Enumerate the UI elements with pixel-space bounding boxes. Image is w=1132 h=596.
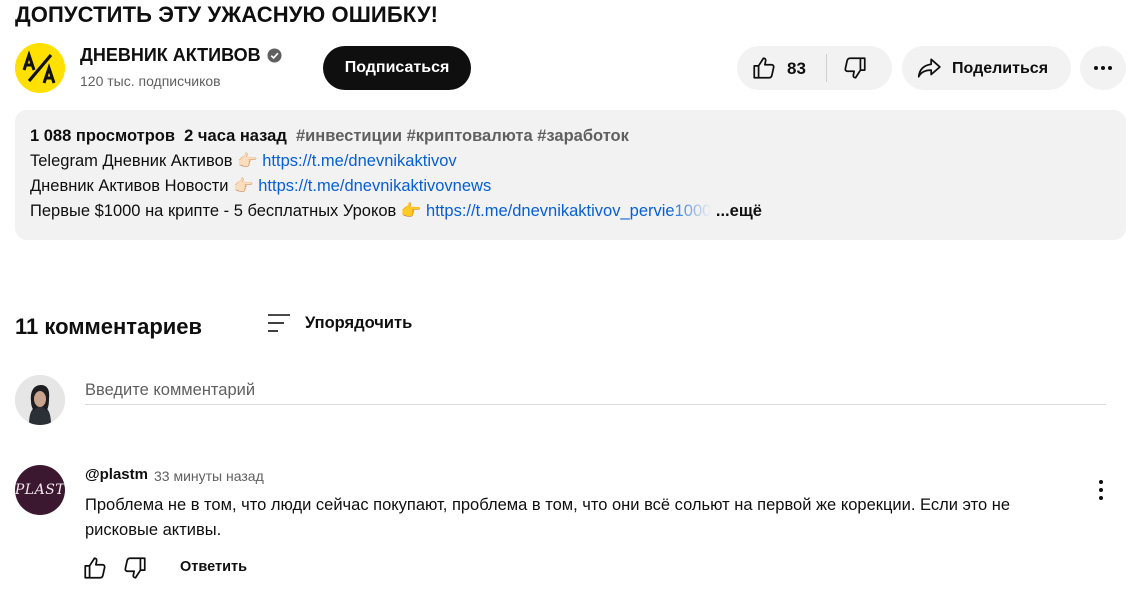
comment-menu-button[interactable] — [1090, 478, 1112, 502]
description-line: Первые $1000 на крипте - 5 бесплатных Ур… — [30, 202, 762, 221]
description-line: Telegram Дневник Активов 👉🏻 https://t.me… — [30, 152, 457, 171]
sort-button[interactable]: Упорядочить — [266, 311, 426, 337]
hashtags[interactable]: #инвестиции #криптовалюта #заработок — [296, 127, 629, 145]
description-text: Telegram Дневник Активов 👉🏻 — [30, 152, 263, 170]
more-vertical-icon — [1099, 480, 1103, 500]
comment-like-button[interactable] — [82, 555, 108, 581]
dislike-button[interactable] — [827, 46, 892, 90]
subscriber-count: 120 тыс. подписчиков — [80, 73, 221, 89]
description-line: Дневник Активов Новости 👉🏻 https://t.me/… — [30, 177, 491, 196]
user-avatar — [15, 375, 65, 425]
more-actions-button[interactable] — [1080, 46, 1126, 90]
show-more-link[interactable]: ...ещё — [716, 202, 762, 220]
comment-author-avatar[interactable]: PLAST — [15, 465, 65, 515]
subscribe-button[interactable]: Подписаться — [323, 46, 471, 90]
description-text: Дневник Активов Новости 👉🏻 — [30, 177, 259, 195]
verified-icon — [267, 48, 282, 63]
more-horizontal-icon — [1094, 66, 1112, 70]
channel-name[interactable]: ДНЕВНИК АКТИВОВ — [80, 45, 282, 66]
view-count: 1 088 просмотров — [30, 127, 175, 145]
upload-time: 2 часа назад — [184, 127, 287, 145]
thumbs-down-icon — [124, 557, 146, 579]
description-meta: 1 088 просмотров 2 часа назад #инвестици… — [30, 127, 629, 146]
thumbs-up-icon — [84, 557, 106, 579]
comment-author[interactable]: @plastm — [85, 466, 148, 483]
description-text: Первые $1000 на крипте - 5 бесплатных Ур… — [30, 202, 427, 220]
share-label: Поделиться — [952, 60, 1049, 77]
comment-time[interactable]: 33 минуты назад — [154, 468, 264, 484]
comment-input[interactable] — [85, 376, 1106, 405]
news-link[interactable]: https://t.me/dnevnikaktivovnews — [258, 177, 491, 195]
comment-dislike-button[interactable] — [122, 555, 148, 581]
user-photo-icon — [15, 375, 65, 425]
channel-avatar[interactable] — [15, 43, 65, 93]
sort-label: Упорядочить — [305, 314, 413, 332]
sort-icon — [268, 314, 290, 332]
like-count: 83 — [787, 59, 806, 78]
share-button[interactable]: Поделиться — [902, 46, 1071, 90]
comments-count: 11 комментариев — [15, 314, 203, 339]
thumbs-up-icon — [753, 57, 775, 79]
channel-name-label: ДНЕВНИК АКТИВОВ — [80, 45, 261, 65]
like-button[interactable]: 83 — [737, 46, 826, 90]
thumbs-down-icon — [844, 57, 866, 79]
lessons-link[interactable]: https://t.me/dnevnikaktivov_pervie1000 — [426, 202, 711, 220]
description-box[interactable]: 1 088 просмотров 2 часа назад #инвестици… — [15, 110, 1126, 240]
telegram-link[interactable]: https://t.me/dnevnikaktivov — [262, 152, 456, 170]
channel-logo-icon — [15, 43, 65, 93]
video-title: ДОПУСТИТЬ ЭТУ УЖАСНУЮ ОШИБКУ! — [15, 2, 439, 27]
avatar-label: PLAST — [15, 482, 65, 498]
comment-text: Проблема не в том, что люди сейчас покуп… — [85, 496, 1010, 539]
like-dislike-group: 83 — [737, 46, 892, 90]
reply-button[interactable]: Ответить — [180, 559, 247, 575]
share-icon — [917, 58, 941, 78]
